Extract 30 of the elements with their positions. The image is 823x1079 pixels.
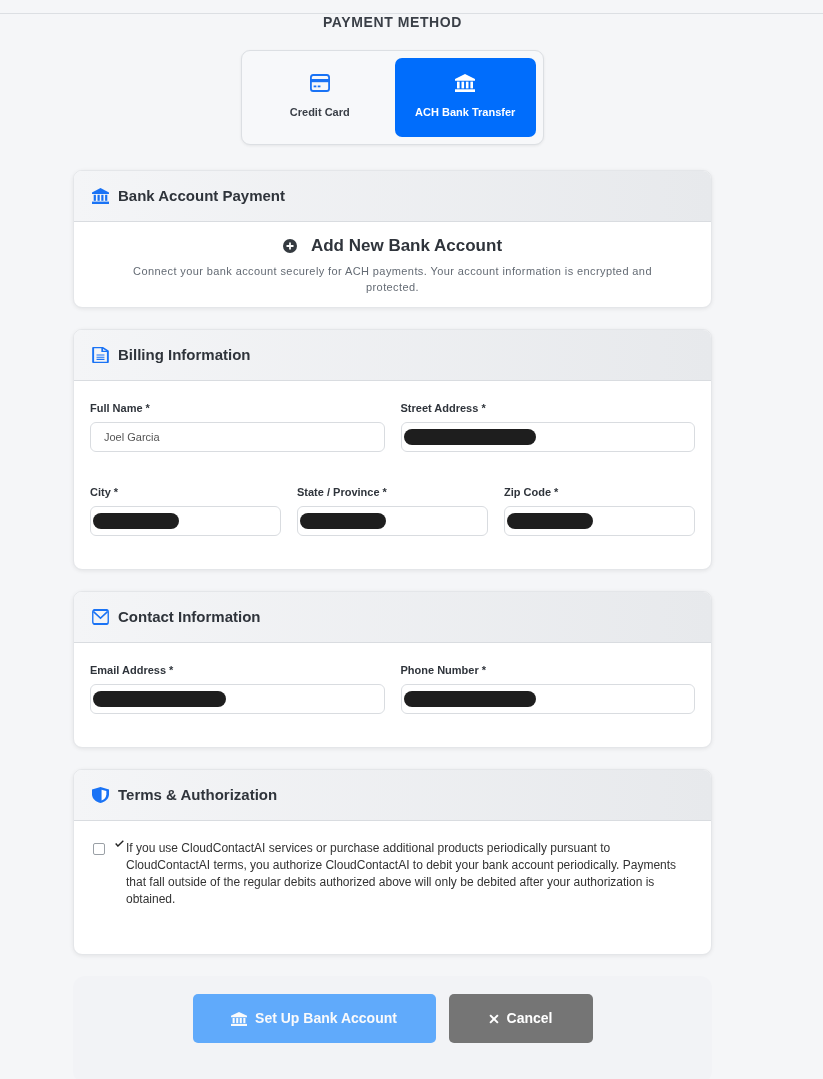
check-icon <box>115 840 124 847</box>
bank-icon <box>455 74 476 93</box>
field-label: Email Address * <box>90 663 175 677</box>
payment-method-tab[interactable]: Credit Card <box>249 58 391 137</box>
field-label: Full Name * <box>90 401 151 415</box>
field-label: City * <box>90 485 120 499</box>
payment-method-tab[interactable]: ACH Bank Transfer <box>394 58 536 137</box>
envelope-icon <box>92 609 109 625</box>
section-title: Contact Information <box>118 608 261 626</box>
cancel-button[interactable]: Cancel <box>448 994 593 1043</box>
description-text: Connect your bank account securely for ACH payments. Your account information is encrypted and protected. <box>132 264 653 295</box>
bank-icon <box>92 188 109 204</box>
section-title: Bank Account Payment <box>118 187 285 205</box>
close-icon <box>488 1013 499 1024</box>
shield-icon <box>92 787 109 803</box>
checkbox[interactable] <box>93 843 105 855</box>
section-title: Terms & Authorization <box>118 786 278 804</box>
field-label: Phone Number * <box>400 663 488 677</box>
bank-icon <box>231 1011 248 1026</box>
input-field[interactable]: Joel Garcia <box>90 422 385 452</box>
add-bank-account-button[interactable]: Add New Bank Account <box>282 235 503 257</box>
field-label: Street Address * <box>400 401 487 415</box>
document-icon <box>92 347 109 363</box>
field-label: Zip Code * <box>504 485 560 499</box>
field-label: State / Province * <box>297 485 388 499</box>
plus-circle-icon <box>282 239 297 253</box>
authorization-text: If you use CloudContactAI services or purchase additional products periodically pursuant to CloudContactAI terms, you authorize CloudContactAI to debit your bank account periodically. Payments that fall outside of the regular debits authorized above will only be debited after your authorization is obtained. <box>126 840 678 908</box>
page-title: PAYMENT METHOD <box>322 14 463 30</box>
section-title: Billing Information <box>118 346 251 364</box>
credit-card-icon <box>309 74 330 93</box>
